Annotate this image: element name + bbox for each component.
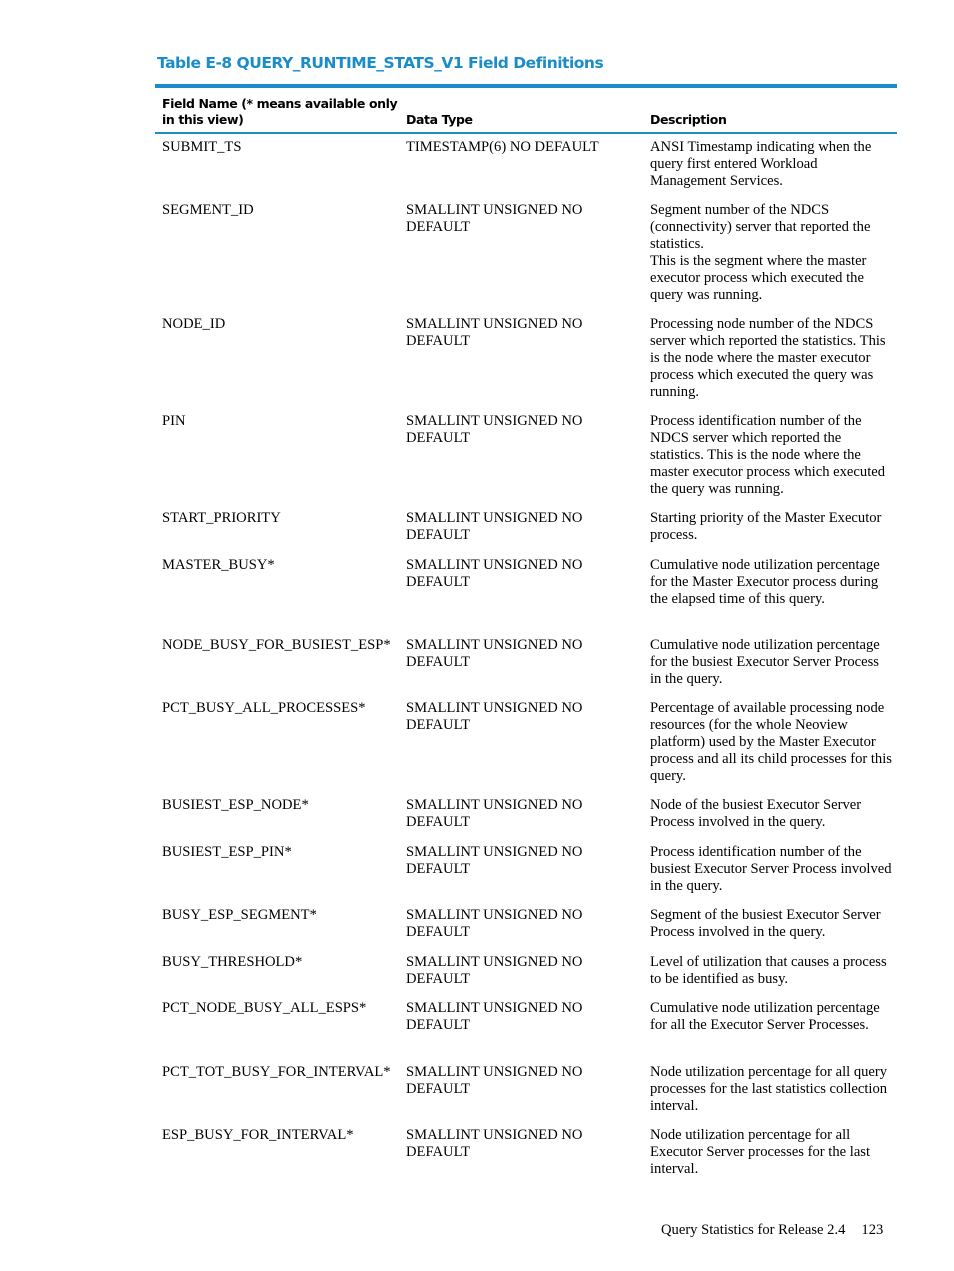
description-text: Cumulative node utilization percentage f… xyxy=(650,637,880,687)
field-name-cell: BUSIEST_ESP_NODE* xyxy=(162,797,309,813)
description-cell: Percentage of available processing node … xyxy=(643,700,897,792)
table-row: SUBMIT_TS TIMESTAMP(6) NO DEFAULT ANSI Tim… xyxy=(155,134,897,197)
table-row: NODE_BUSY_FOR_BUSIEST_ESP* SMALLINT UNSIG… xyxy=(155,632,897,695)
data-type-cell: SMALLINT UNSIGNED NO DEFAULT xyxy=(406,844,583,877)
description-text: Process identification number of the NDC… xyxy=(650,413,886,497)
description-cell: Segment number of the NDCS (connectivity… xyxy=(643,202,897,311)
description-cell: Node utilization percentage for all Exec… xyxy=(643,1127,897,1186)
description-text: Cumulative node utilization percentage f… xyxy=(650,1000,880,1033)
field-definitions-table: Field Name (* means available only in th… xyxy=(155,84,897,1186)
description-cell: Cumulative node utilization percentage f… xyxy=(643,637,897,695)
header-data-type: Data Type xyxy=(406,112,473,127)
data-type-cell: TIMESTAMP(6) NO DEFAULT xyxy=(406,139,599,155)
description-text: Percentage of available processing node … xyxy=(650,700,892,784)
description-text-continued: This is the segment where the master exe… xyxy=(650,253,867,303)
description-text: Processing node number of the NDCS serve… xyxy=(650,316,886,400)
data-type-cell: SMALLINT UNSIGNED NO DEFAULT xyxy=(406,637,583,670)
data-type-cell: SMALLINT UNSIGNED NO DEFAULT xyxy=(406,202,583,235)
data-type-cell: SMALLINT UNSIGNED NO DEFAULT xyxy=(406,1000,583,1033)
description-cell: Process identification number of the NDC… xyxy=(643,413,897,505)
description-cell: Processing node number of the NDCS serve… xyxy=(643,316,897,408)
table-row: BUSY_THRESHOLD* SMALLINT UNSIGNED NO DEFA… xyxy=(155,949,897,995)
table-row: PIN SMALLINT UNSIGNED NO DEFAULT Process i… xyxy=(155,408,897,505)
field-name-cell: MASTER_BUSY* xyxy=(162,557,275,573)
data-type-cell: SMALLINT UNSIGNED NO DEFAULT xyxy=(406,797,583,830)
table-row: START_PRIORITY SMALLINT UNSIGNED NO DEFAU… xyxy=(155,505,897,552)
table-row: PCT_NODE_BUSY_ALL_ESPS* SMALLINT UNSIGNED… xyxy=(155,995,897,1059)
table-header-row: Field Name (* means available only in th… xyxy=(155,88,897,132)
data-type-cell: SMALLINT UNSIGNED NO DEFAULT xyxy=(406,1127,583,1160)
table-row: MASTER_BUSY* SMALLINT UNSIGNED NO DEFAULT… xyxy=(155,552,897,632)
table-row: PCT_BUSY_ALL_PROCESSES* SMALLINT UNSIGNED… xyxy=(155,695,897,792)
page-footer: Query Statistics for Release 2.4 123 xyxy=(661,1222,883,1239)
description-text: Node utilization percentage for all Exec… xyxy=(650,1127,871,1177)
description-text: Cumulative node utilization percentage f… xyxy=(650,557,880,607)
description-cell: Level of utilization that causes a proce… xyxy=(643,954,897,995)
data-type-cell: SMALLINT UNSIGNED NO DEFAULT xyxy=(406,413,583,446)
field-name-cell: BUSIEST_ESP_PIN* xyxy=(162,844,292,860)
field-name-cell: PIN xyxy=(162,413,186,429)
header-description: Description xyxy=(650,112,727,127)
table-row: SEGMENT_ID SMALLINT UNSIGNED NO DEFAULT Se… xyxy=(155,197,897,311)
field-name-cell: SUBMIT_TS xyxy=(162,139,242,155)
table-caption: Table E-8 QUERY_RUNTIME_STATS_V1 Field D… xyxy=(157,54,604,72)
description-cell: Segment of the busiest Executor Server P… xyxy=(643,907,897,949)
field-name-cell: PCT_NODE_BUSY_ALL_ESPS* xyxy=(162,1000,367,1016)
data-type-cell: SMALLINT UNSIGNED NO DEFAULT xyxy=(406,316,583,349)
description-text: Starting priority of the Master Executor… xyxy=(650,510,882,543)
description-text: Node utilization percentage for all quer… xyxy=(650,1064,888,1114)
table-row: ESP_BUSY_FOR_INTERVAL* SMALLINT UNSIGNED … xyxy=(155,1122,897,1186)
data-type-cell: SMALLINT UNSIGNED NO DEFAULT xyxy=(406,907,583,940)
table-body: SUBMIT_TS TIMESTAMP(6) NO DEFAULT ANSI Tim… xyxy=(155,134,897,1186)
table-row: PCT_TOT_BUSY_FOR_INTERVAL* SMALLINT UNSIG… xyxy=(155,1059,897,1122)
description-cell: ANSI Timestamp indicating when the query… xyxy=(643,139,897,197)
data-type-cell: SMALLINT UNSIGNED NO DEFAULT xyxy=(406,954,583,987)
data-type-cell: SMALLINT UNSIGNED NO DEFAULT xyxy=(406,557,583,590)
data-type-cell: SMALLINT UNSIGNED NO DEFAULT xyxy=(406,1064,583,1097)
header-field-name: Field Name (* means available only in th… xyxy=(162,96,398,127)
description-cell: Cumulative node utilization percentage f… xyxy=(643,557,897,632)
field-name-cell: BUSY_ESP_SEGMENT* xyxy=(162,907,317,923)
table-row: BUSIEST_ESP_PIN* SMALLINT UNSIGNED NO DEF… xyxy=(155,839,897,902)
page-number: 123 xyxy=(861,1222,884,1238)
data-type-cell: SMALLINT UNSIGNED NO DEFAULT xyxy=(406,510,583,543)
description-cell: Process identification number of the bus… xyxy=(643,844,897,902)
table-row: NODE_ID SMALLINT UNSIGNED NO DEFAULT Proce… xyxy=(155,311,897,408)
field-name-cell: ESP_BUSY_FOR_INTERVAL* xyxy=(162,1127,354,1143)
description-text: Segment number of the NDCS (connectivity… xyxy=(650,202,871,252)
field-name-cell: PCT_BUSY_ALL_PROCESSES* xyxy=(162,700,366,716)
description-text: ANSI Timestamp indicating when the query… xyxy=(650,139,872,189)
description-cell: Cumulative node utilization percentage f… xyxy=(643,1000,897,1059)
field-name-cell: PCT_TOT_BUSY_FOR_INTERVAL* xyxy=(162,1064,391,1080)
description-text: Segment of the busiest Executor Server P… xyxy=(650,907,881,940)
table-row: BUSIEST_ESP_NODE* SMALLINT UNSIGNED NO DE… xyxy=(155,792,897,839)
data-type-cell: SMALLINT UNSIGNED NO DEFAULT xyxy=(406,700,583,733)
description-cell: Starting priority of the Master Executor… xyxy=(643,510,897,552)
description-cell: Node utilization percentage for all quer… xyxy=(643,1064,897,1122)
description-text: Process identification number of the bus… xyxy=(650,844,892,894)
description-cell: Node of the busiest Executor Server Proc… xyxy=(643,797,897,839)
description-text: Level of utilization that causes a proce… xyxy=(650,954,887,987)
field-name-cell: START_PRIORITY xyxy=(162,510,281,526)
field-name-cell: SEGMENT_ID xyxy=(162,202,254,218)
field-name-cell: BUSY_THRESHOLD* xyxy=(162,954,303,970)
document-page: Table E-8 QUERY_RUNTIME_STATS_V1 Field D… xyxy=(0,0,954,1271)
field-name-cell: NODE_ID xyxy=(162,316,226,332)
table-row: BUSY_ESP_SEGMENT* SMALLINT UNSIGNED NO DE… xyxy=(155,902,897,949)
field-name-cell: NODE_BUSY_FOR_BUSIEST_ESP* xyxy=(162,637,391,653)
description-text: Node of the busiest Executor Server Proc… xyxy=(650,797,862,830)
footer-section-title: Query Statistics for Release 2.4 xyxy=(661,1222,846,1238)
